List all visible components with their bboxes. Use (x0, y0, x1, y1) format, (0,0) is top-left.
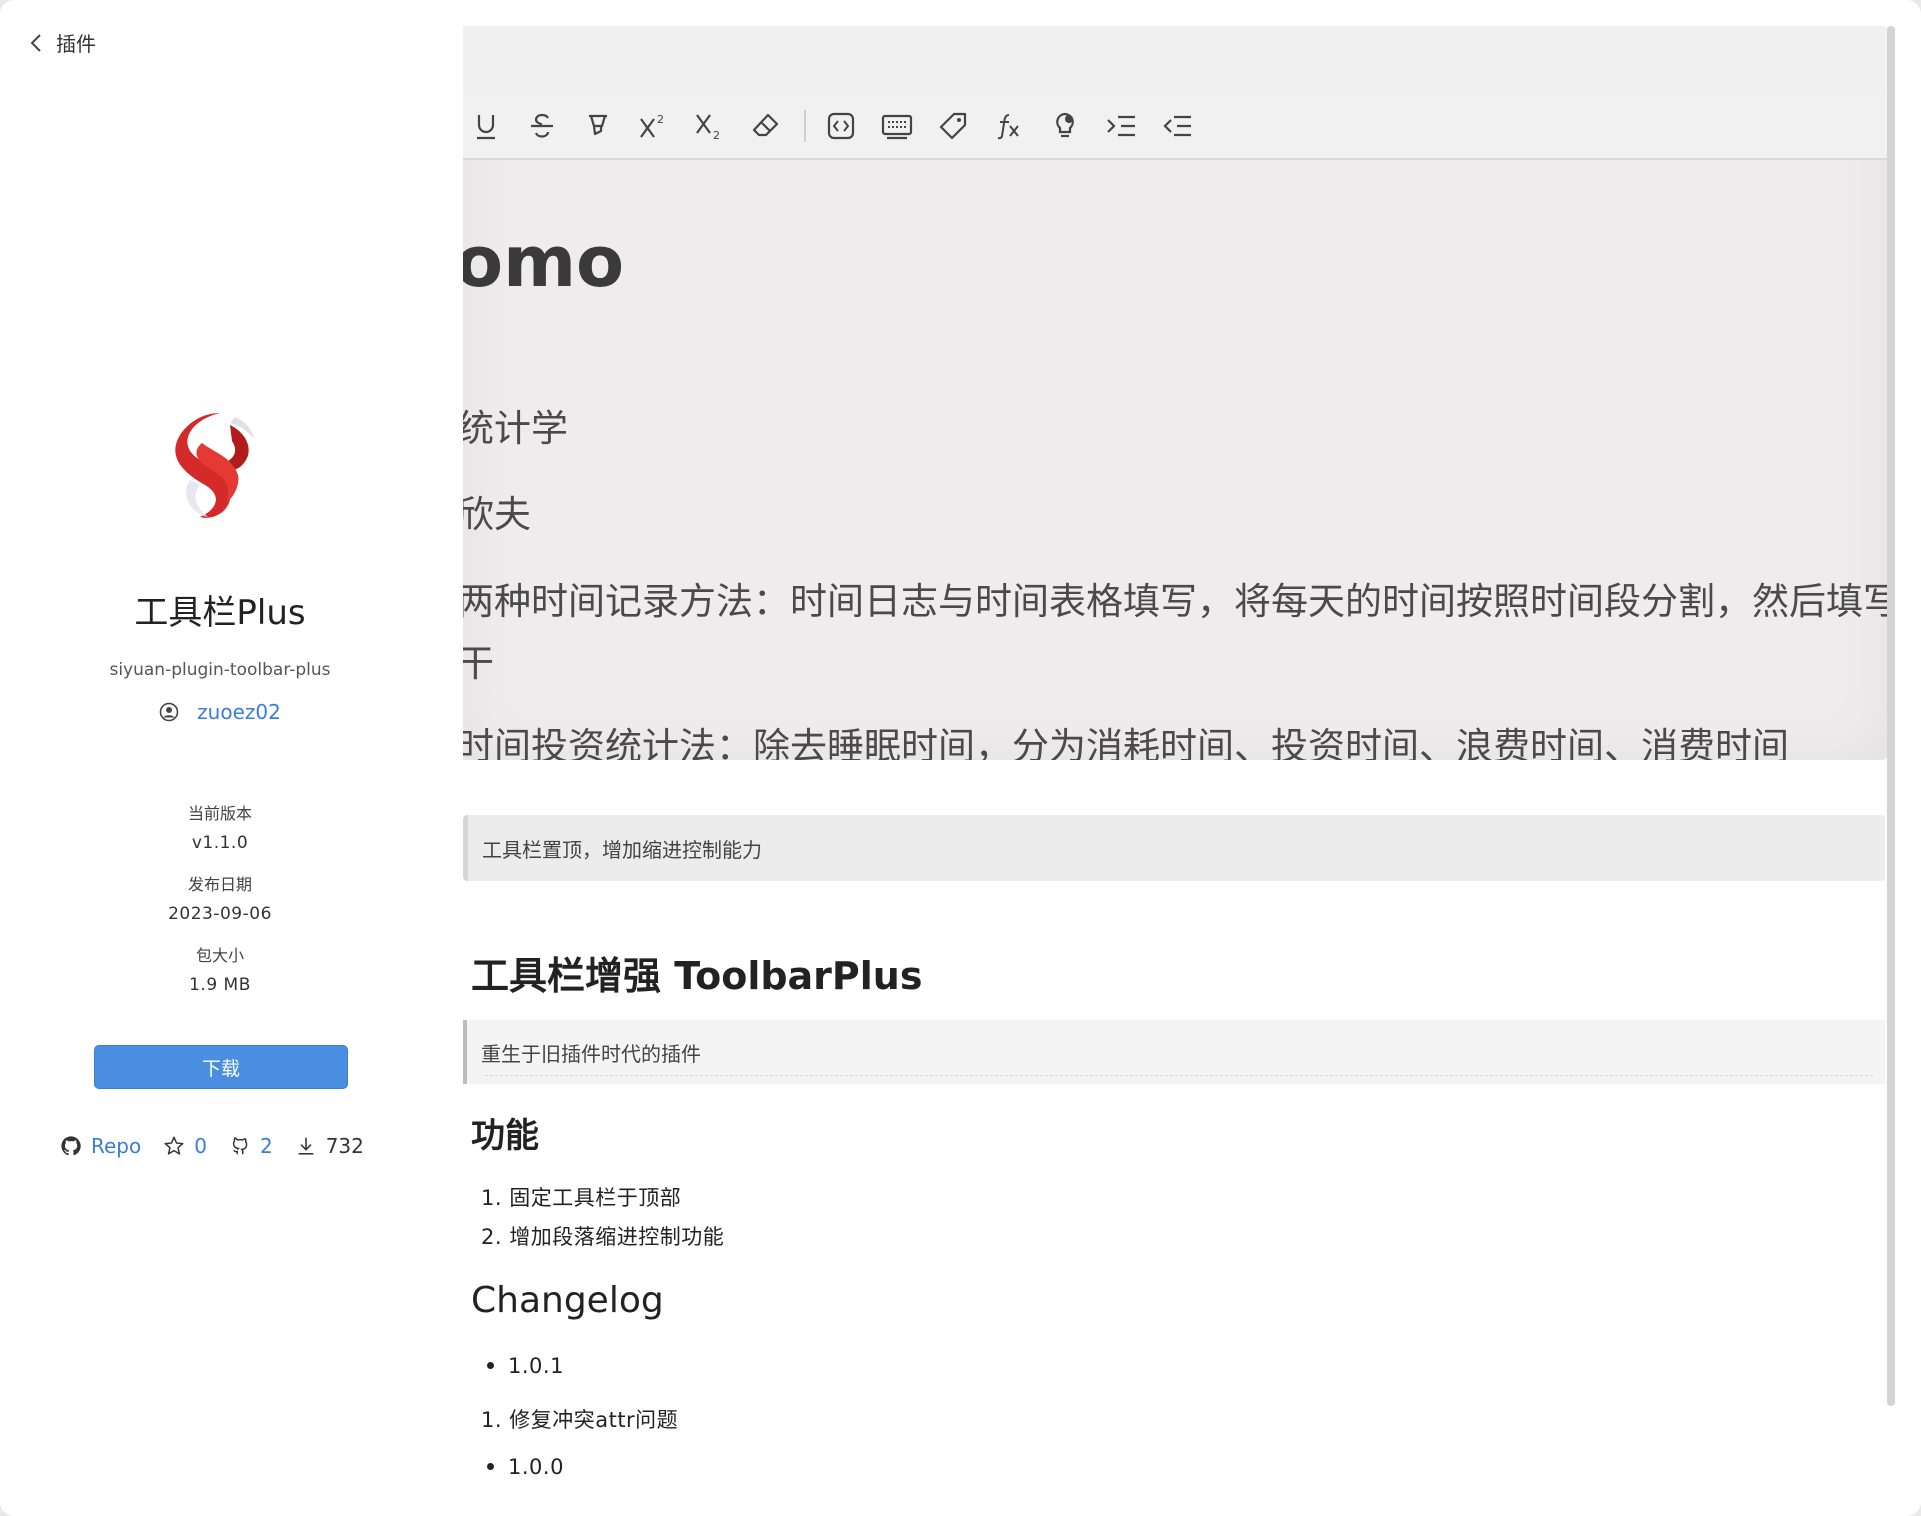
keyboard-icon (879, 108, 915, 144)
list-item: 1.0.0 (487, 1455, 564, 1479)
indent-icon (1103, 108, 1139, 144)
star-icon (164, 1136, 184, 1155)
back-button[interactable]: 插件 (30, 28, 96, 57)
strikethrough-icon (524, 108, 560, 144)
quote-text: 重生于旧插件时代的插件 (481, 1041, 701, 1066)
plugin-description: 工具栏置顶，增加缩进控制能力 (463, 815, 1885, 881)
plugin-logo-icon (175, 413, 254, 518)
preview-line: 时间投资统计法：除去睡眠时间，分为消耗时间、投资时间、浪费时间、消费时间 (463, 725, 1789, 760)
chevron-left-icon (30, 33, 41, 52)
date-label: 发布日期 (187, 875, 252, 894)
readme-quote: 重生于旧插件时代的插件 (463, 1020, 1885, 1084)
preview-screenshot: 2 2 omo 统计学 欣夫 两种时间记录方法：时间日志与时间表格填写，将每天的… (463, 26, 1888, 760)
inline-code-icon (823, 108, 859, 144)
plugin-id: siyuan-plugin-toolbar-plus (109, 660, 331, 680)
tag-icon (935, 108, 971, 144)
outdent-icon (1159, 108, 1195, 144)
preview-title: omo (463, 221, 625, 303)
stars-stat[interactable]: 0 (163, 1134, 207, 1158)
inline-memo-icon (1047, 108, 1083, 144)
issues-count: 2 (259, 1134, 273, 1158)
downloads-stat: 732 (295, 1134, 364, 1158)
list-item: 1. 修复冲突attr问题 (481, 1408, 679, 1432)
github-outline-icon (232, 1137, 248, 1155)
version-value: v1.1.0 (191, 833, 249, 853)
downloads-count: 732 (325, 1134, 364, 1158)
underline-icon (468, 108, 504, 144)
superscript-icon: 2 (636, 108, 672, 144)
version-block: 当前版本 v1.1.0 (0, 800, 440, 853)
bullet (487, 1361, 494, 1369)
plugin-detail-window: 插件 工具栏Plus siyuan-plugin-toolbar-plus zu… (0, 0, 1921, 1516)
download-button[interactable]: 下载 (94, 1045, 348, 1089)
mark-icon (580, 108, 616, 144)
quote-divider (485, 1075, 1873, 1076)
plugin-name: 工具栏Plus (134, 593, 306, 633)
stars-count: 0 (194, 1134, 207, 1158)
stats-row: Repo 0 2 732 (60, 1134, 386, 1158)
svg-text:2: 2 (657, 113, 664, 126)
eraser-icon (748, 108, 784, 144)
version-label: 当前版本 (187, 804, 252, 823)
readme-pane: 2 2 omo 统计学 欣夫 两种时间记录方法：时间日志与时间表格填写，将每天的… (463, 0, 1888, 1516)
toolbar-separator (804, 110, 806, 142)
preview-top-bar (463, 26, 1888, 96)
changelog-heading: Changelog (471, 1280, 664, 1321)
date-value: 2023-09-06 (168, 904, 272, 924)
date-block: 发布日期 2023-09-06 (0, 871, 440, 924)
preview-toolbar: 2 2 (463, 94, 1888, 160)
changelog-version: 1.0.1 (508, 1354, 564, 1378)
back-label: 插件 (56, 32, 96, 56)
scrollbar[interactable] (1887, 26, 1895, 1406)
changelog-version: 1.0.0 (508, 1455, 564, 1479)
features-heading: 功能 (471, 1116, 539, 1156)
size-label: 包大小 (195, 946, 244, 965)
user-circle-icon (159, 702, 179, 722)
repo-link[interactable]: Repo (60, 1134, 141, 1158)
repo-label: Repo (91, 1134, 142, 1158)
subscript-icon: 2 (692, 108, 728, 144)
download-icon (298, 1137, 314, 1155)
list-item: 1.0.1 (487, 1354, 564, 1378)
plugin-sidebar: 插件 工具栏Plus siyuan-plugin-toolbar-plus zu… (0, 0, 440, 1516)
readme-title: 工具栏增强 ToolbarPlus (471, 954, 923, 998)
list-item: 1. 固定工具栏于顶部 (481, 1186, 682, 1210)
size-value: 1.9 MB (189, 975, 251, 995)
author-row: zuoez02 (0, 700, 440, 724)
preview-line: 统计学 (463, 407, 568, 450)
formula-icon (991, 108, 1027, 144)
preview-line: 两种时间记录方法：时间日志与时间表格填写，将每天的时间按照时间段分割，然后填写是 (463, 580, 1888, 623)
svg-text:2: 2 (713, 129, 720, 141)
github-icon (61, 1136, 81, 1156)
preview-line: 干 (463, 642, 494, 685)
bullet (487, 1462, 494, 1470)
issues-stat[interactable]: 2 (229, 1134, 273, 1158)
size-block: 包大小 1.9 MB (0, 942, 440, 995)
list-item: 2. 增加段落缩进控制功能 (481, 1225, 725, 1249)
author-link[interactable]: zuoez02 (197, 700, 281, 724)
preview-line: 欣夫 (463, 493, 531, 536)
